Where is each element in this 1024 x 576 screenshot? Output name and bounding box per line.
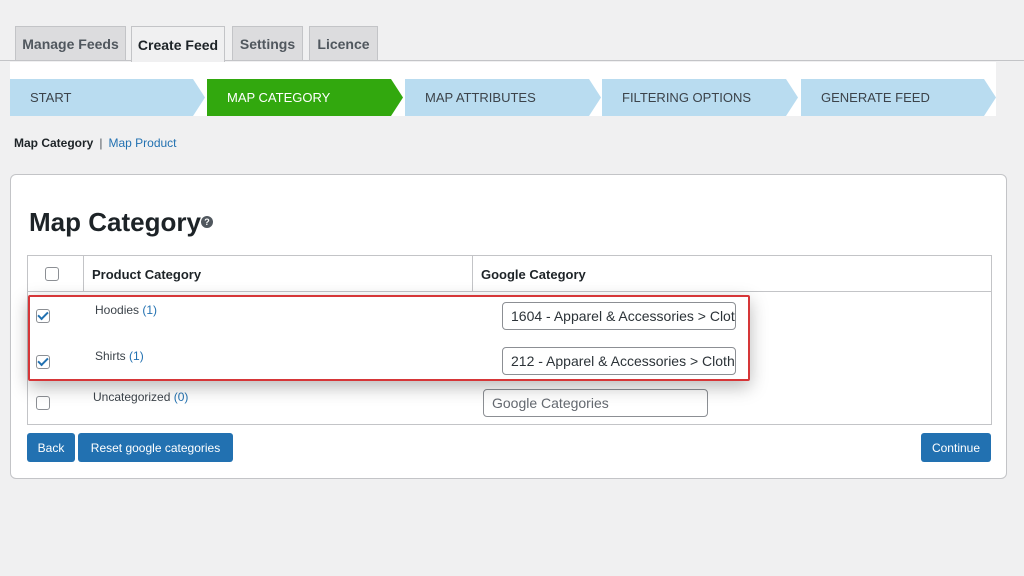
google-category-input[interactable]: Google Categories bbox=[483, 389, 708, 417]
select-all-checkbox[interactable] bbox=[45, 267, 59, 281]
google-category-input[interactable]: 1604 - Apparel & Accessories > Clothing bbox=[502, 302, 736, 330]
tab-manage-feeds[interactable]: Manage Feeds bbox=[15, 26, 126, 61]
category-name: Shirts bbox=[95, 349, 126, 363]
table-row-uncategorized: Uncategorized (0) bbox=[93, 390, 188, 404]
subnav: Map Category | Map Product bbox=[14, 136, 177, 150]
header-product-category: Product Category bbox=[92, 266, 202, 282]
google-category-value: 212 - Apparel & Accessories > Clothing bbox=[511, 353, 736, 369]
step-start[interactable]: START bbox=[10, 79, 205, 116]
continue-button[interactable]: Continue bbox=[921, 433, 991, 462]
row-checkbox-shirts[interactable] bbox=[36, 355, 50, 369]
subnav-separator: | bbox=[99, 136, 103, 150]
wizard-steps: START MAP CATEGORY MAP ATTRIBUTES FILTER… bbox=[10, 62, 996, 116]
reset-google-categories-button[interactable]: Reset google categories bbox=[78, 433, 233, 462]
category-name: Hoodies bbox=[95, 303, 140, 317]
tab-licence[interactable]: Licence bbox=[309, 26, 378, 61]
row-checkbox-hoodies[interactable] bbox=[36, 309, 50, 323]
feed-tabs: Manage Feeds Create Feed Settings Licenc… bbox=[0, 0, 1024, 62]
google-category-input[interactable]: 212 - Apparel & Accessories > Clothing bbox=[502, 347, 736, 375]
subnav-current: Map Category bbox=[14, 136, 94, 150]
category-count-link[interactable]: (1) bbox=[142, 303, 157, 317]
google-category-value: 1604 - Apparel & Accessories > Clothing bbox=[511, 308, 735, 324]
table-header: Product Category Google Category bbox=[28, 256, 991, 292]
subnav-link-map-product[interactable]: Map Product bbox=[108, 136, 176, 150]
row-checkbox-uncategorized[interactable] bbox=[36, 396, 50, 410]
back-button[interactable]: Back bbox=[27, 433, 75, 462]
header-divider bbox=[83, 256, 84, 292]
tab-create-feed[interactable]: Create Feed bbox=[131, 26, 225, 62]
question-circle-icon[interactable]: ? bbox=[201, 216, 213, 228]
category-table: Product Category Google Category Hoodies… bbox=[27, 255, 992, 425]
map-category-card: Map Category ? Product Category Google C… bbox=[10, 174, 1007, 479]
page-title: Map Category bbox=[29, 207, 201, 237]
category-name: Uncategorized bbox=[93, 390, 171, 404]
step-map-category[interactable]: MAP CATEGORY bbox=[207, 79, 403, 116]
category-count-link[interactable]: (0) bbox=[174, 390, 189, 404]
header-divider bbox=[472, 256, 473, 292]
tab-settings[interactable]: Settings bbox=[232, 26, 303, 61]
table-row-shirts: Shirts (1) bbox=[95, 349, 144, 363]
step-filtering-options[interactable]: FILTERING OPTIONS bbox=[602, 79, 798, 116]
header-google-category: Google Category bbox=[481, 266, 586, 282]
step-map-attributes[interactable]: MAP ATTRIBUTES bbox=[405, 79, 601, 116]
google-category-placeholder: Google Categories bbox=[492, 395, 609, 411]
step-generate-feed[interactable]: GENERATE FEED bbox=[801, 79, 996, 116]
category-count-link[interactable]: (1) bbox=[129, 349, 144, 363]
table-row-hoodies: Hoodies (1) bbox=[95, 303, 157, 317]
